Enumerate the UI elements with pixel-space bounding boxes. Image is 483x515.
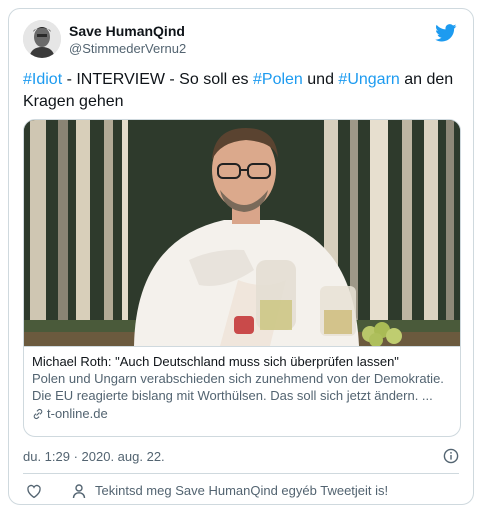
view-more-tweets-label[interactable]: Tekintsd meg Save HumanQind egyéb Tweetj… [95, 482, 388, 500]
tweet-timestamp[interactable]: du. 1:29 · 2020. aug. 22. [23, 448, 165, 465]
link-preview-card[interactable]: Michael Roth: "Auch Deutschland muss sic… [23, 119, 461, 437]
avatar-image [23, 20, 61, 58]
divider [23, 473, 459, 474]
heart-icon[interactable] [25, 482, 43, 500]
link-card-description: Polen und Ungarn verabschieden sich zune… [32, 371, 444, 403]
link-card-domain: t-online.de [47, 406, 108, 421]
hashtag-idiot[interactable]: #Idiot [23, 71, 62, 88]
user-info[interactable]: Save HumanQind @StimmederVernu2 [69, 23, 186, 57]
tweet-embed: Save HumanQind @StimmederVernu2 #Idiot -… [8, 8, 474, 505]
hashtag-ungarn[interactable]: #Ungarn [338, 71, 399, 88]
view-more-tweets-link[interactable]: Tekintsd meg Save HumanQind egyéb Tweetj… [71, 482, 388, 500]
tweet-actions: Tekintsd meg Save HumanQind egyéb Tweetj… [23, 481, 459, 501]
link-card-domain-row: t-online.de [32, 405, 452, 422]
user-handle[interactable]: @StimmederVernu2 [69, 40, 186, 57]
link-icon [33, 408, 43, 419]
tweet-text-segment: und [302, 71, 339, 88]
link-card-title: Michael Roth: "Auch Deutschland muss sic… [32, 354, 399, 369]
info-icon[interactable] [443, 448, 459, 464]
article-photo-image [24, 120, 460, 346]
article-photo [24, 120, 460, 346]
person-icon [72, 484, 86, 499]
hashtag-polen[interactable]: #Polen [253, 71, 303, 88]
avatar[interactable] [23, 20, 61, 58]
display-name[interactable]: Save HumanQind [69, 23, 186, 40]
tweet-text: #Idiot - INTERVIEW - So soll es #Polen u… [23, 69, 459, 113]
link-card-text: Michael Roth: "Auch Deutschland muss sic… [24, 346, 460, 436]
twitter-bird-icon[interactable] [435, 24, 457, 42]
tweet-header: Save HumanQind @StimmederVernu2 [23, 20, 459, 64]
tweet-text-segment: - INTERVIEW - So soll es [62, 71, 253, 88]
